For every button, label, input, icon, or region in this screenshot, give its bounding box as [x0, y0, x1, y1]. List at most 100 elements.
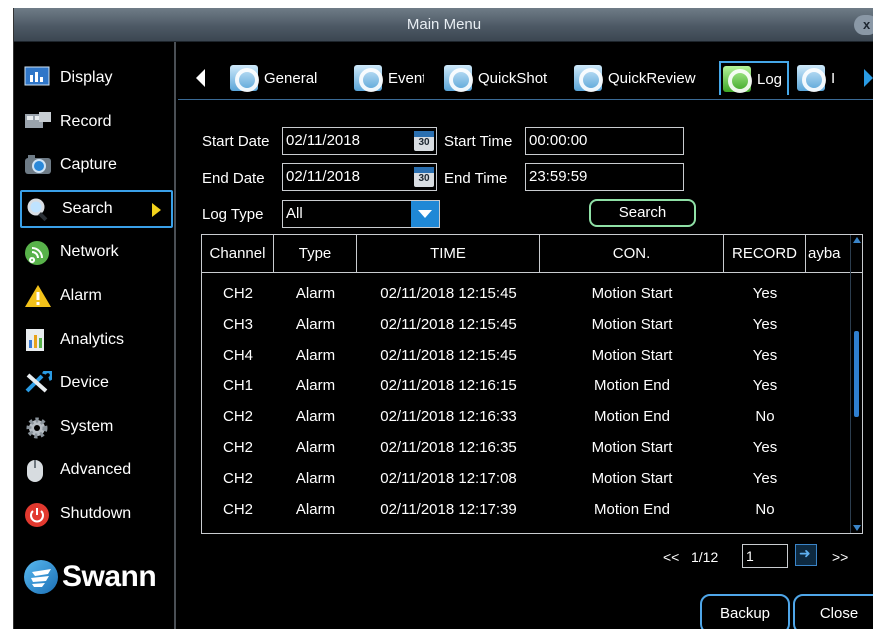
log-table: Channel Type TIME CON. RECORD ayba CH2 Alarm 02… [201, 234, 863, 534]
tab-scroll-right-icon[interactable] [864, 69, 873, 87]
tab-scroll-left-icon[interactable] [196, 69, 205, 87]
table-cell: Motion Start [591, 346, 673, 364]
tab-label: I [831, 69, 836, 87]
tab-quickshot[interactable]: QuickShot [442, 61, 558, 95]
table-row[interactable]: CH1 Alarm 02/11/2018 12:16:15 Motion End Yes [202, 370, 850, 401]
table-cell: 02/11/2018 12:16:35 [380, 439, 517, 456]
pager-first-button[interactable]: << [663, 545, 679, 569]
sidebar-item-alarm[interactable]: Alarm [20, 277, 173, 315]
sidebar-item-label: Record [60, 112, 112, 130]
start-date-label: Start Date [202, 133, 270, 150]
table-cell: Motion Start [591, 469, 673, 487]
scroll-up-icon[interactable] [853, 237, 861, 243]
table-cell: Alarm [295, 346, 336, 364]
sidebar-item-network[interactable]: Network [20, 233, 173, 271]
tab-label: QuickReview [608, 69, 696, 87]
table-row[interactable]: CH2 Alarm 02/11/2018 12:15:45 Motion Start Y… [202, 278, 850, 309]
chevron-down-icon[interactable] [411, 201, 439, 227]
search-button[interactable]: Search [589, 199, 696, 227]
column-header[interactable]: CON. [540, 235, 724, 273]
sidebar-item-label: Capture [60, 156, 117, 174]
main-menu-window: Main Menu x Swann Display Record Capture Se… [13, 8, 873, 629]
table-cell: Motion Start [591, 315, 673, 333]
camera-tab-icon [723, 66, 752, 93]
table-cell: Motion End [594, 377, 670, 395]
tab-general[interactable]: General [228, 61, 334, 95]
column-header[interactable]: ayba [806, 235, 850, 273]
start-time-field[interactable]: 00:00:00 [525, 127, 684, 155]
table-row[interactable]: CH2 Alarm 02/11/2018 12:17:08 Motion Start Y… [202, 463, 850, 494]
sidebar-item-advanced[interactable]: Advanced [20, 451, 173, 489]
table-cell: Motion Start [540, 524, 724, 533]
tab-label: QuickShot [478, 69, 548, 87]
close-window-button[interactable]: x [854, 15, 873, 35]
sidebar-item-label: Analytics [60, 330, 125, 348]
table-cell: Motion Start [591, 439, 673, 456]
device-icon [24, 369, 54, 395]
end-time-label: End Time [444, 170, 508, 187]
sidebar-item-analytics[interactable]: Analytics [20, 321, 173, 359]
end-date-label: End Date [202, 170, 265, 187]
sidebar-item-record[interactable]: Record [20, 103, 173, 141]
table-row[interactable]: CH2 Alarm 02/11/2018 12:17:39 Motion End No [202, 494, 850, 525]
camera-icon [24, 153, 52, 177]
sidebar-item-label: Device [60, 374, 109, 392]
table-header: Channel Type TIME CON. RECORD ayba [202, 235, 862, 273]
mouse-icon [24, 458, 52, 483]
tab-quickreview[interactable]: QuickReview [572, 61, 712, 95]
table-scrollbar[interactable] [850, 235, 862, 533]
power-icon [24, 502, 52, 527]
page-number-input[interactable]: 1 [742, 544, 788, 568]
table-cell: Alarm [295, 377, 336, 395]
tab-log[interactable]: Log [719, 61, 789, 95]
tab-i[interactable]: I [795, 61, 861, 95]
sidebar-item-display[interactable]: Display [20, 59, 173, 97]
table-row[interactable]: CH3 Alarm 02/11/2018 12:15:45 Motion Start Y… [202, 309, 850, 340]
backup-button[interactable]: Backup [700, 594, 790, 629]
table-cell: CH2 [202, 524, 274, 533]
log-type-label: Log Type [202, 206, 264, 223]
end-date-calendar-icon[interactable]: 30 [414, 167, 434, 187]
go-arrow-icon[interactable] [795, 544, 817, 566]
table-cell: Yes [752, 469, 778, 487]
end-time-field[interactable]: 23:59:59 [525, 163, 684, 191]
scrollbar-thumb[interactable] [854, 331, 859, 418]
camera-tab-icon [354, 65, 383, 92]
swann-logo: Swann [24, 560, 157, 594]
table-cell: Motion End [594, 408, 670, 426]
table-cell: CH1 [222, 377, 253, 395]
pager-last-button[interactable]: >> [832, 545, 848, 569]
table-row[interactable]: CH2 Alarm 02/11/2018 12:16:35 Motion Start Y… [202, 432, 850, 463]
sidebar-item-label: Advanced [60, 461, 132, 479]
tab-events[interactable]: Events [352, 61, 424, 95]
alarm-icon [24, 284, 52, 308]
column-header[interactable]: TIME [357, 235, 540, 273]
column-header[interactable]: Type [274, 235, 357, 273]
table-cell: Alarm [295, 439, 336, 456]
column-header[interactable]: RECORD [724, 235, 806, 273]
sidebar-item-capture[interactable]: Capture [20, 146, 173, 184]
column-header[interactable]: Channel [202, 235, 274, 273]
camera-tab-icon [797, 65, 826, 92]
sidebar-item-shutdown[interactable]: Shutdown [20, 495, 173, 533]
table-cell: Yes [752, 377, 778, 395]
network-icon [24, 240, 52, 266]
sidebar-item-label: Display [60, 69, 113, 86]
page-indicator: 1/12 [691, 549, 719, 565]
table-cell: Motion Start [591, 285, 673, 302]
analytics-icon [24, 328, 52, 352]
table-row[interactable]: CH2 Alarm 02/11/2018 12:16:33 Motion End No [202, 401, 850, 432]
sidebar-item-system[interactable]: System [20, 408, 173, 446]
table-cell: Yes [752, 439, 778, 456]
sidebar-item-label: Shutdown [60, 505, 132, 522]
sidebar-item-device[interactable]: Device [20, 364, 173, 402]
start-date-calendar-icon[interactable]: 30 [414, 131, 434, 151]
table-row[interactable]: CH4 Alarm 02/11/2018 12:15:45 Motion Start Y… [202, 340, 850, 371]
table-body: CH2 Alarm 02/11/2018 12:15:45 Motion Start Y… [202, 274, 850, 533]
close-button[interactable]: Close [793, 594, 873, 629]
scroll-down-icon[interactable] [853, 525, 861, 531]
table-cell: 02/11/2018 12:15:45 [380, 315, 517, 333]
table-row[interactable]: CH2Alarm02/11/2018 12:19:40Motion StartY… [202, 524, 850, 533]
sidebar-item-label: Search [62, 199, 113, 217]
sidebar-item-search[interactable]: Search [20, 189, 173, 228]
